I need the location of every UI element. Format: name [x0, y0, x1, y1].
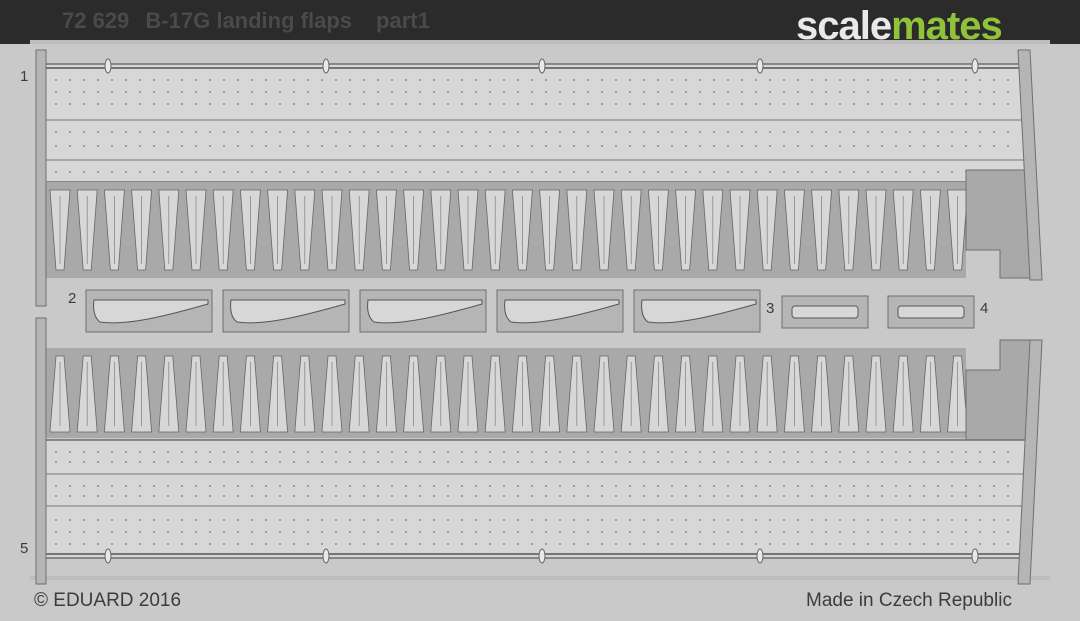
fret-title: 72 629 B-17G landing flaps part1 [62, 8, 430, 34]
part-number-5: 5 [20, 540, 29, 557]
watermark-word-a: scale [796, 4, 892, 48]
part-number-4: 4 [980, 300, 989, 317]
set-number: 72 629 [62, 8, 130, 33]
lower-rib-row [44, 339, 1041, 453]
part-number-2: 2 [68, 290, 77, 307]
copyright-text: © EDUARD 2016 [34, 590, 182, 611]
lower-flap-skin [43, 439, 1029, 564]
fret-drawing [0, 0, 1080, 621]
part-3 [781, 295, 869, 329]
set-title: B-17G landing flaps [145, 8, 353, 33]
frame-bottom [30, 576, 1050, 580]
origin-text: Made in Czech Republic [806, 590, 1012, 611]
left-strip-lower [35, 317, 47, 585]
left-strip-upper [35, 49, 47, 307]
part-number-1: 1 [20, 68, 29, 85]
scalemates-watermark: scalemates [796, 4, 1003, 49]
watermark-word-b: mates [891, 4, 1003, 48]
part-number-3: 3 [766, 300, 775, 317]
upper-rib-row [44, 169, 1041, 279]
photo-etch-fret: 72 629 B-17G landing flaps part1 scalemat… [0, 0, 1080, 621]
part-label: part1 [376, 8, 430, 33]
upper-flap-skin [43, 58, 1029, 183]
part-4 [887, 295, 975, 329]
